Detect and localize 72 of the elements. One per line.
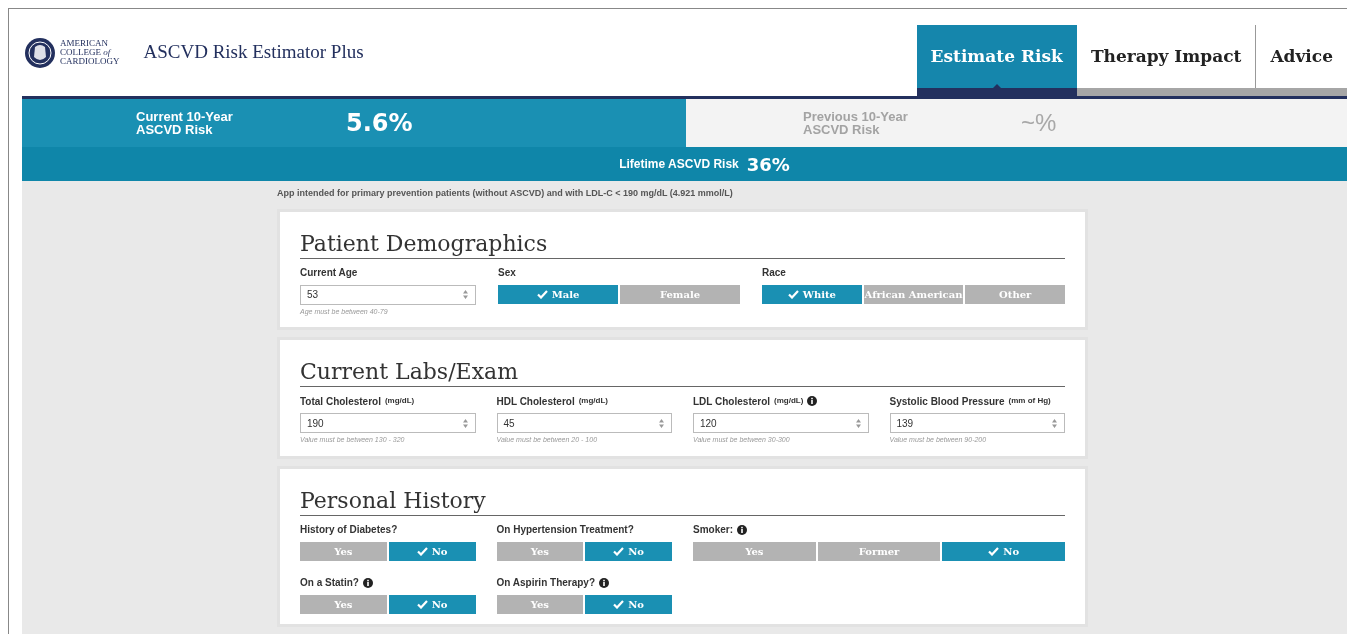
toggle-option[interactable]: No: [585, 541, 672, 561]
field-label: HDL Cholesterol: [496, 394, 575, 409]
check-icon: [536, 289, 548, 299]
logo-wordmark: AMERICAN COLLEGE of CARDIOLOGY: [60, 39, 120, 66]
check-icon: [613, 599, 625, 609]
field-label: On a Statin?: [300, 576, 359, 590]
check-icon: [613, 546, 625, 556]
field-label: Race: [762, 266, 786, 280]
app-title: ASCVD Risk Estimator Plus: [143, 40, 364, 65]
toggle-option[interactable]: No: [585, 594, 672, 614]
field-label: LDL Cholesterol: [693, 394, 771, 409]
field-label: On Hypertension Treatment?: [496, 523, 634, 537]
section-title: Personal History: [300, 486, 487, 515]
number-input[interactable]: 120: [693, 413, 869, 433]
check-icon: [988, 546, 1000, 556]
nav-tab[interactable]: Estimate Risk: [916, 25, 1077, 88]
spinner-icon[interactable]: [854, 417, 862, 429]
lifetime-label: Lifetime ASCVD Risk: [619, 156, 739, 173]
info-icon[interactable]: [807, 396, 818, 406]
unit-label: (mg/dL): [578, 395, 608, 407]
input-value: 139: [896, 416, 914, 431]
input-value: 45: [503, 416, 515, 431]
input-value: 190: [307, 416, 324, 431]
info-icon[interactable]: [599, 577, 610, 588]
field-label: History of Diabetes?: [300, 523, 398, 537]
number-input[interactable]: 139: [889, 413, 1065, 433]
toggle-option[interactable]: No: [942, 541, 1065, 561]
spinner-icon[interactable]: [462, 289, 469, 300]
field-label: Current Age: [300, 266, 358, 280]
check-icon: [416, 599, 428, 609]
toggle-option[interactable]: Former: [817, 541, 941, 561]
field-label: Sex: [498, 266, 516, 280]
number-input[interactable]: 53: [300, 284, 476, 305]
field-label: Systolic Blood Pressure: [889, 394, 1005, 409]
spinner-icon[interactable]: [1051, 417, 1058, 429]
lifetime-value: 36%: [746, 152, 790, 177]
toggle-option[interactable]: White: [762, 284, 862, 304]
input-value: 53: [307, 288, 319, 302]
field-label: Smoker:: [693, 523, 733, 537]
risk-label: Current 10-Year ASCVD Risk: [136, 110, 234, 136]
risk-value: 5.6%: [346, 108, 413, 139]
risk-value: ~%: [1021, 108, 1057, 138]
check-icon: [787, 289, 799, 299]
unit-label: (mg/dL): [774, 395, 804, 407]
number-input[interactable]: 190: [300, 413, 476, 433]
toggle-option[interactable]: Yes: [693, 541, 816, 561]
number-input[interactable]: 45: [496, 413, 672, 433]
unit-label: (mg/dL): [384, 395, 415, 407]
risk-label: Previous 10-Year ASCVD Risk: [803, 110, 909, 136]
toggle-option[interactable]: Yes: [496, 541, 584, 561]
toggle-option[interactable]: No: [388, 594, 476, 614]
toggle-option[interactable]: Other: [965, 284, 1065, 304]
disclaimer-text: App intended for primary prevention patients (without ASCVD) and with LDL-C < 190 mg/dL (4.921 mmol/L): [277, 187, 734, 200]
spinner-icon[interactable]: [461, 417, 469, 429]
spinner-icon[interactable]: [658, 417, 665, 429]
section-title: Current Labs/Exam: [300, 358, 519, 386]
toggle-option[interactable]: No: [388, 541, 476, 561]
info-icon[interactable]: [737, 524, 747, 535]
toggle-option[interactable]: Yes: [496, 594, 584, 614]
unit-label: (mm of Hg): [1008, 395, 1051, 407]
toggle-option[interactable]: Female: [620, 284, 740, 304]
field-label: On Aspirin Therapy?: [496, 576, 596, 590]
toggle-option[interactable]: Yes: [300, 541, 387, 561]
toggle-option[interactable]: Male: [498, 284, 618, 304]
seal-logo-icon: [24, 36, 56, 69]
info-icon[interactable]: [362, 577, 373, 588]
input-value: 120: [700, 416, 717, 431]
check-icon: [416, 546, 428, 556]
toggle-option[interactable]: African American: [863, 284, 964, 304]
toggle-option[interactable]: Yes: [300, 594, 387, 614]
field-label: Total Cholesterol: [300, 394, 381, 409]
section-title: Patient Demographics: [300, 229, 549, 258]
